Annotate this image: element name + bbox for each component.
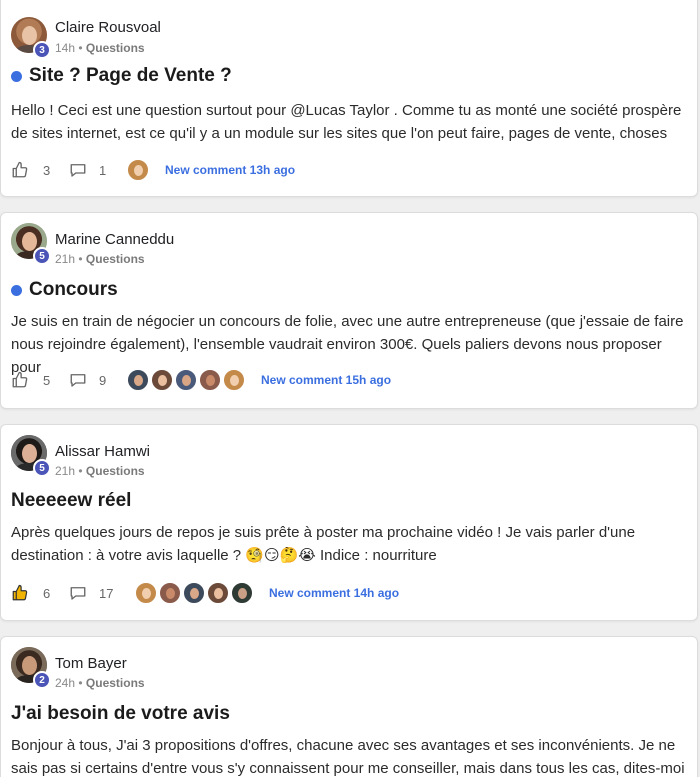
thumbs-up-icon[interactable] bbox=[11, 371, 29, 389]
avatar[interactable]: 5 bbox=[11, 435, 51, 477]
post-meta: 24h • Questions bbox=[55, 676, 145, 690]
level-badge: 3 bbox=[33, 41, 51, 59]
level-badge: 5 bbox=[33, 459, 51, 477]
post-excerpt[interactable]: Après quelques jours de repos je suis pr… bbox=[11, 521, 691, 567]
post-title[interactable]: Concours bbox=[11, 279, 118, 301]
comment-bubble-icon[interactable] bbox=[69, 161, 87, 179]
post-actions: 3 1 New comment 13h ago bbox=[11, 159, 295, 181]
author-name[interactable]: Tom Bayer bbox=[55, 655, 127, 672]
post-card[interactable]: 3 Claire Rousvoal 14h • Questions Site ?… bbox=[0, 0, 698, 197]
comment-bubble-icon[interactable] bbox=[69, 371, 87, 389]
author-name[interactable]: Claire Rousvoal bbox=[55, 19, 161, 36]
like-count: 6 bbox=[43, 585, 51, 601]
unread-dot-icon bbox=[11, 284, 22, 296]
commenter-avatar bbox=[199, 369, 221, 391]
post-title[interactable]: Site ? Page de Vente ? bbox=[11, 65, 232, 87]
commenter-avatar bbox=[135, 582, 157, 604]
commenter-avatars bbox=[127, 369, 247, 391]
comment-count: 9 bbox=[99, 372, 107, 388]
avatar[interactable]: 2 bbox=[11, 647, 51, 689]
unread-dot-icon bbox=[11, 70, 22, 82]
level-badge: 2 bbox=[33, 671, 51, 689]
post-actions: 6 17 New comment 14h ago bbox=[11, 582, 399, 604]
commenter-avatars bbox=[135, 582, 255, 604]
thumbs-up-icon[interactable] bbox=[11, 584, 29, 602]
new-comment-link[interactable]: New comment 14h ago bbox=[269, 586, 399, 600]
avatar[interactable]: 3 bbox=[11, 17, 51, 59]
post-card[interactable]: 2 Tom Bayer 24h • Questions J'ai besoin … bbox=[0, 636, 698, 777]
commenter-avatar bbox=[175, 369, 197, 391]
level-badge: 5 bbox=[33, 247, 51, 265]
like-count: 3 bbox=[43, 162, 51, 178]
post-excerpt[interactable]: Hello ! Ceci est une question surtout po… bbox=[11, 99, 691, 145]
comment-count: 1 bbox=[99, 162, 107, 178]
like-count: 5 bbox=[43, 372, 51, 388]
avatar[interactable]: 5 bbox=[11, 223, 51, 265]
commenter-avatar bbox=[183, 582, 205, 604]
commenter-avatar bbox=[223, 369, 245, 391]
author-name[interactable]: Alissar Hamwi bbox=[55, 443, 150, 460]
commenter-avatar bbox=[151, 369, 173, 391]
post-title[interactable]: Neeeeew réel bbox=[11, 490, 131, 512]
post-meta: 14h • Questions bbox=[55, 41, 145, 55]
new-comment-link[interactable]: New comment 13h ago bbox=[165, 163, 295, 177]
post-excerpt[interactable]: Bonjour à tous, J'ai 3 propositions d'of… bbox=[11, 734, 691, 777]
comment-bubble-icon[interactable] bbox=[69, 584, 87, 602]
author-name[interactable]: Marine Canneddu bbox=[55, 231, 174, 248]
post-card[interactable]: 5 Alissar Hamwi 21h • Questions Neeeeew … bbox=[0, 424, 698, 621]
post-meta: 21h • Questions bbox=[55, 252, 145, 266]
comment-count: 17 bbox=[99, 585, 114, 601]
new-comment-link[interactable]: New comment 15h ago bbox=[261, 373, 391, 387]
commenter-avatar bbox=[207, 582, 229, 604]
post-card[interactable]: 5 Marine Canneddu 21h • Questions Concou… bbox=[0, 212, 698, 409]
thumbs-up-icon[interactable] bbox=[11, 161, 29, 179]
post-meta: 21h • Questions bbox=[55, 464, 145, 478]
commenter-avatar bbox=[127, 159, 149, 181]
commenter-avatar bbox=[127, 369, 149, 391]
commenter-avatar bbox=[159, 582, 181, 604]
post-title[interactable]: J'ai besoin de votre avis bbox=[11, 703, 230, 725]
commenter-avatar bbox=[231, 582, 253, 604]
post-actions: 5 9 New comment 15h ago bbox=[11, 369, 391, 391]
commenter-avatars bbox=[127, 159, 151, 181]
